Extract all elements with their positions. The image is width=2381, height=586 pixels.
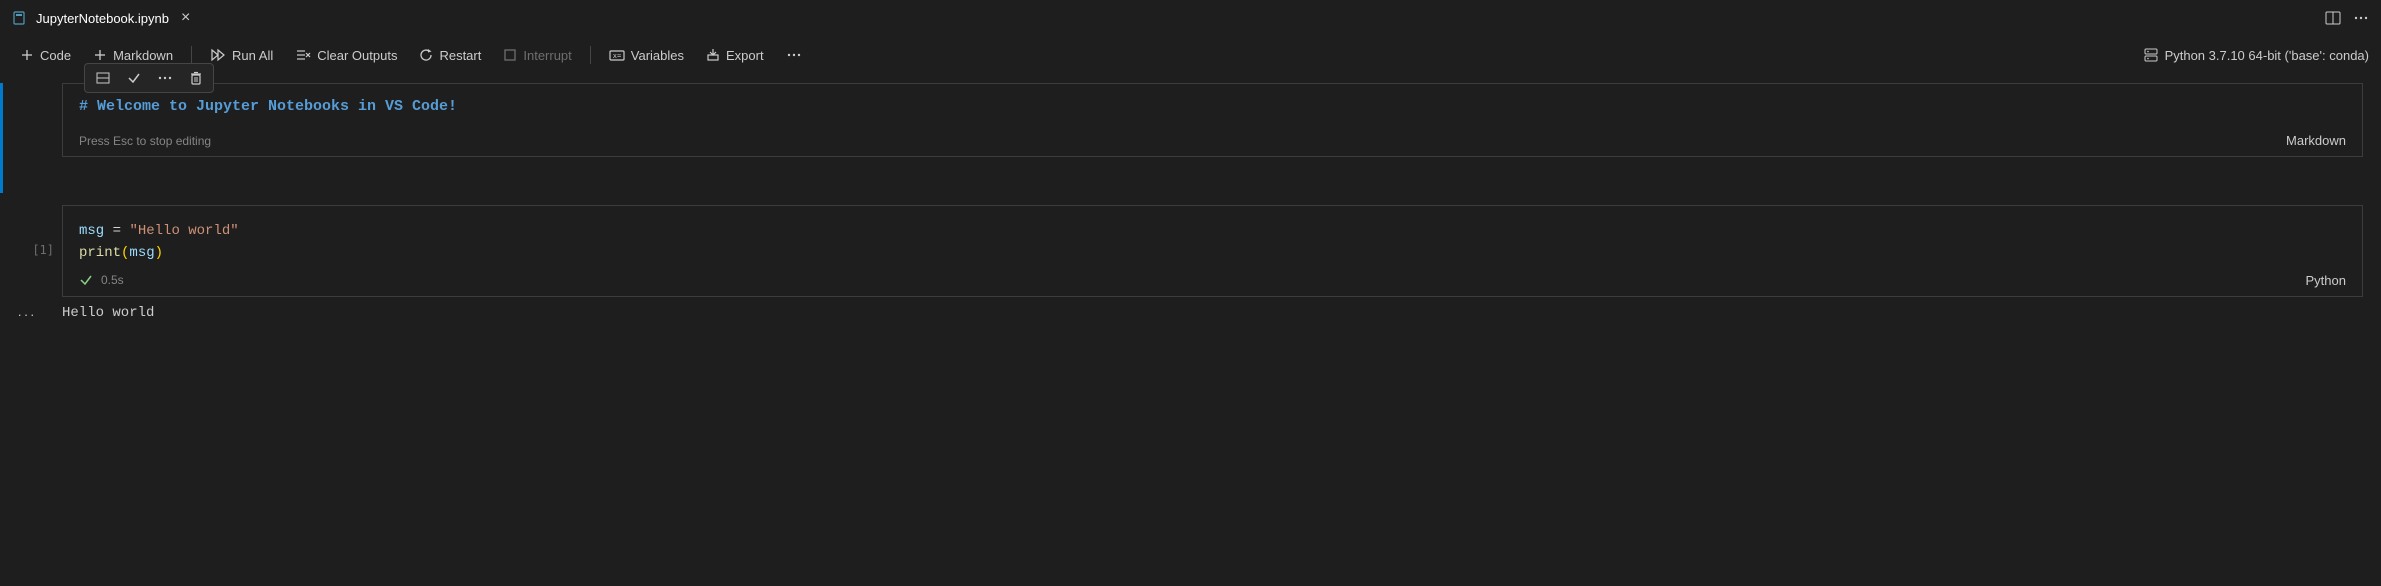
code-token: print (79, 245, 121, 261)
toolbar-label: Variables (631, 48, 684, 63)
success-check-icon (79, 273, 93, 287)
editor-tab[interactable]: JupyterNotebook.ipynb × (0, 0, 206, 35)
toolbar-label: Markdown (113, 48, 173, 63)
kernel-selector[interactable]: Python 3.7.10 64-bit ('base': conda) (2143, 47, 2369, 63)
kernel-label: Python 3.7.10 64-bit ('base': conda) (2165, 48, 2369, 63)
toolbar-more-button[interactable] (778, 43, 810, 67)
toolbar-label: Export (726, 48, 764, 63)
toolbar-label: Clear Outputs (317, 48, 397, 63)
interrupt-button[interactable]: Interrupt (495, 44, 579, 67)
code-token: = (104, 223, 129, 239)
cell-main: # Welcome to Jupyter Notebooks in VS Cod… (62, 83, 2363, 157)
code-token: msg (129, 245, 154, 261)
toolbar-label: Run All (232, 48, 273, 63)
code-editor[interactable]: msg = "Hello world" print(msg) (79, 220, 2346, 265)
cell-output-row: ··· Hello world (0, 305, 2363, 322)
cell-gutter: [1] (0, 165, 62, 297)
cell-language-label[interactable]: Markdown (2286, 133, 2346, 148)
stop-icon (503, 48, 517, 62)
delete-cell-button[interactable] (181, 67, 211, 89)
markdown-source[interactable]: # Welcome to Jupyter Notebooks in VS Cod… (79, 98, 2346, 115)
plus-icon (93, 48, 107, 62)
restart-button[interactable]: Restart (411, 44, 489, 67)
svg-text:x=: x= (613, 52, 621, 60)
variables-button[interactable]: x= Variables (601, 44, 692, 67)
title-bar: JupyterNotebook.ipynb × (0, 0, 2381, 35)
cell-gutter (0, 83, 62, 157)
more-actions-icon[interactable] (2353, 10, 2369, 26)
cell-footer: 0.5s Python (79, 273, 2346, 288)
toolbar-label: Code (40, 48, 71, 63)
toolbar-right: Python 3.7.10 64-bit ('base': conda) (2143, 47, 2369, 63)
execution-time: 0.5s (101, 273, 124, 287)
execution-status: 0.5s (79, 273, 124, 287)
code-token: "Hello world" (129, 223, 238, 239)
close-icon[interactable]: × (177, 9, 194, 27)
cell-focus-indicator (0, 83, 3, 193)
markdown-cell-wrapper: # Welcome to Jupyter Notebooks in VS Cod… (0, 83, 2363, 157)
title-bar-actions (2325, 10, 2381, 26)
confirm-button[interactable] (119, 67, 149, 89)
run-all-button[interactable]: Run All (202, 44, 281, 67)
toolbar-label: Restart (439, 48, 481, 63)
tab-title: JupyterNotebook.ipynb (36, 11, 169, 26)
output-actions-icon[interactable]: ··· (18, 307, 37, 322)
notebook-file-icon (12, 10, 28, 26)
clear-outputs-button[interactable]: Clear Outputs (287, 44, 405, 67)
ellipsis-icon (786, 47, 802, 63)
execution-count: [1] (32, 165, 54, 257)
cell-action-bar (84, 63, 214, 93)
notebook-body: # Welcome to Jupyter Notebooks in VS Cod… (0, 83, 2381, 322)
plus-icon (20, 48, 34, 62)
toolbar-label: Interrupt (523, 48, 571, 63)
split-editor-icon[interactable] (2325, 10, 2341, 26)
cell-language-label[interactable]: Python (2306, 273, 2346, 288)
export-icon (706, 48, 720, 62)
code-token: ) (155, 245, 163, 261)
editing-hint: Press Esc to stop editing (79, 134, 211, 148)
divider (191, 46, 192, 64)
run-all-icon (210, 48, 226, 62)
cell-more-button[interactable] (149, 66, 181, 90)
cell-footer: Press Esc to stop editing Markdown (79, 129, 2346, 148)
divider (590, 46, 591, 64)
cell-main: msg = "Hello world" print(msg) 0.5s Pyth… (62, 165, 2363, 297)
split-cell-button[interactable] (87, 67, 119, 89)
code-token: msg (79, 223, 104, 239)
code-cell[interactable]: msg = "Hello world" print(msg) 0.5s Pyth… (62, 205, 2363, 297)
code-cell-wrapper: [1] msg = "Hello world" print(msg) 0.5s … (0, 165, 2363, 297)
add-code-button[interactable]: Code (12, 44, 79, 67)
restart-icon (419, 48, 433, 62)
variables-icon: x= (609, 48, 625, 62)
notebook-toolbar: Code Markdown Run All Clear Outputs Rest… (0, 35, 2381, 75)
server-icon (2143, 47, 2159, 63)
cell-output: Hello world (54, 305, 2363, 322)
markdown-cell[interactable]: # Welcome to Jupyter Notebooks in VS Cod… (62, 83, 2363, 157)
export-button[interactable]: Export (698, 44, 772, 67)
clear-icon (295, 48, 311, 62)
output-gutter: ··· (0, 305, 54, 322)
